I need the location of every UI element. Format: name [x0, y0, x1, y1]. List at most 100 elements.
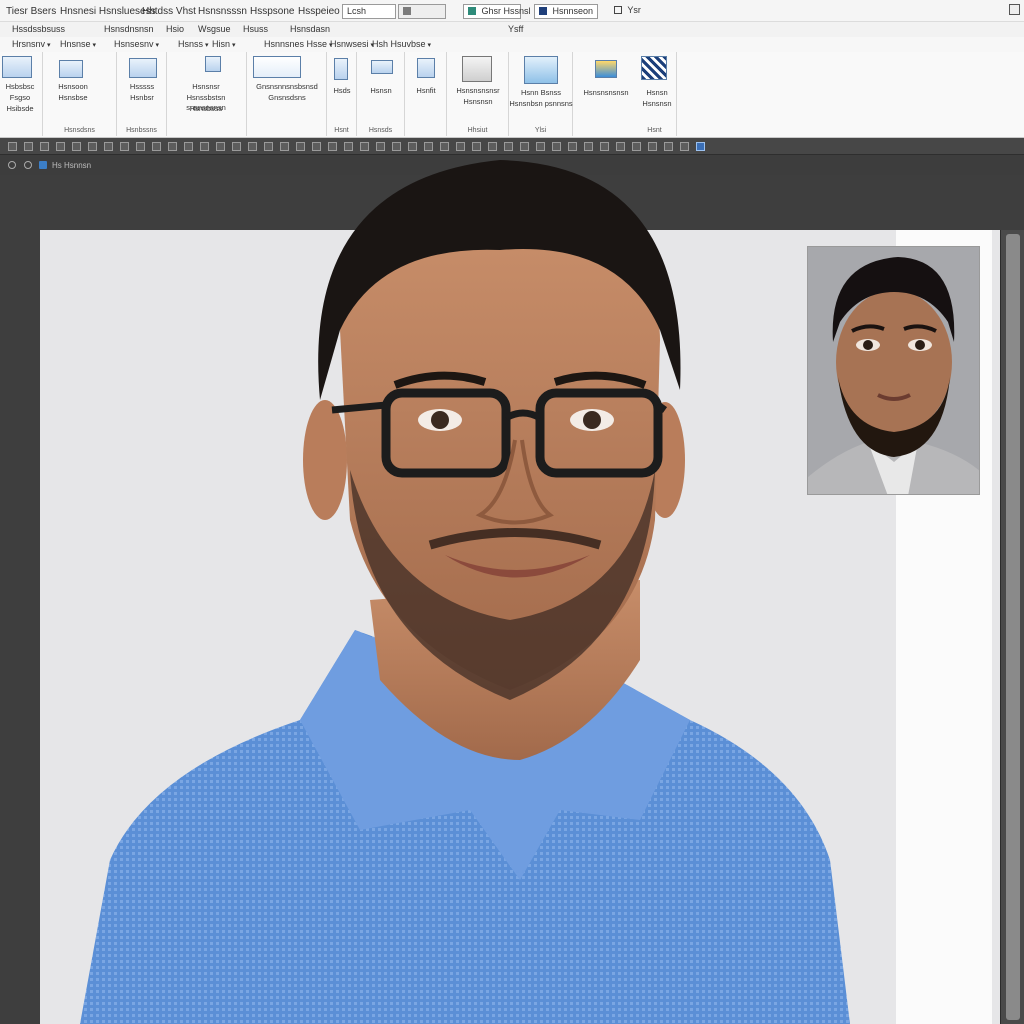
wordart-icon[interactable] [648, 142, 657, 151]
quick-access-button-3[interactable]: Ysr [610, 4, 641, 19]
chart-insert-icon[interactable] [568, 142, 577, 151]
image-preview-icon[interactable] [524, 56, 558, 84]
ribbon-button-11[interactable]: Gnsnsnnsnsbsnsd [247, 82, 327, 92]
ribbon-button-7[interactable]: Hsnbsr [117, 93, 167, 103]
pattern-icon[interactable] [641, 56, 667, 80]
styles-icon[interactable] [376, 142, 385, 151]
shading-icon[interactable] [264, 142, 273, 151]
document-tab-label[interactable]: Hs Hsnnsn [52, 161, 91, 170]
layout-icon[interactable] [129, 58, 157, 78]
italic-icon[interactable] [24, 142, 33, 151]
dropdown-3[interactable]: Hsnsesnv [114, 39, 159, 49]
search-input[interactable]: Lcsh [342, 4, 396, 19]
picture-insert-icon[interactable] [472, 142, 481, 151]
dropdown-6[interactable]: Hsnnsnes Hsse [264, 39, 333, 49]
search-options-button[interactable] [398, 4, 446, 19]
picture-icon[interactable] [59, 60, 83, 78]
scrollbar-thumb[interactable] [1006, 234, 1020, 1020]
redo-icon[interactable] [296, 142, 305, 151]
zoom-icon[interactable] [440, 142, 449, 151]
menu-item-4[interactable]: Hsnsnsssn [198, 6, 247, 17]
fit-icon[interactable] [417, 58, 435, 78]
menu-item-1[interactable]: Tiesr Bsers [6, 6, 56, 17]
ribbon-button-20[interactable]: Hsnsnsnsnsn [573, 88, 639, 98]
cut-icon[interactable] [312, 142, 321, 151]
text-box-icon[interactable] [253, 56, 301, 78]
ribbon-button-6[interactable]: Hsssss [117, 82, 167, 92]
replace-icon[interactable] [408, 142, 417, 151]
tab-6[interactable]: Hsnsdasn [290, 24, 330, 34]
underline-icon[interactable] [40, 142, 49, 151]
ribbon-button-2[interactable]: Fsgso [0, 93, 40, 103]
ribbon-button-3[interactable]: Hsibsde [0, 104, 40, 114]
tab-4[interactable]: Wsgsue [198, 24, 231, 34]
equation-icon[interactable] [536, 142, 545, 151]
tab-2[interactable]: Hsnsdnsnsn [104, 24, 154, 34]
indent-icon[interactable] [200, 142, 209, 151]
shapes-icon[interactable] [552, 142, 561, 151]
link-icon[interactable] [488, 142, 497, 151]
dropdown-5[interactable]: Hisn [212, 39, 236, 49]
screenshot-icon[interactable] [462, 56, 492, 82]
select-icon[interactable] [424, 142, 433, 151]
ribbon-button-15[interactable]: Hsnfit [405, 86, 447, 96]
drop-cap-icon[interactable] [664, 142, 673, 151]
page-icon[interactable] [334, 58, 348, 80]
tab-5[interactable]: Hsuss [243, 24, 268, 34]
tab-1[interactable]: Hssdssbsuss [12, 24, 65, 34]
symbol-icon[interactable] [520, 142, 529, 151]
copy-icon[interactable] [328, 142, 337, 151]
outdent-icon[interactable] [216, 142, 225, 151]
dropdown-1[interactable]: Hrsnsnv [12, 39, 51, 49]
ribbon-button-8[interactable]: Hsnsnsr [167, 82, 245, 92]
vertical-scrollbar[interactable] [1000, 230, 1024, 1024]
paste-icon[interactable] [344, 142, 353, 151]
page-number-icon[interactable] [616, 142, 625, 151]
quick-access-button-2[interactable]: Hsnnseon [534, 4, 598, 19]
ribbon-button-17[interactable]: Hsnsnsn [447, 97, 509, 107]
format-painter-icon[interactable] [360, 142, 369, 151]
footer-icon[interactable] [600, 142, 609, 151]
ribbon-button-5[interactable]: Hsnsbse [43, 93, 103, 103]
menu-item-3[interactable]: Hhtdss Vhst [142, 6, 196, 17]
justify-icon[interactable] [152, 142, 161, 151]
quick-access-button-1[interactable]: Ghsr Hssnsl [463, 4, 531, 19]
comment-icon[interactable] [504, 142, 513, 151]
table-icon[interactable] [2, 56, 32, 78]
document-stack-icon[interactable] [205, 56, 221, 72]
tab-3[interactable]: Hsio [166, 24, 184, 34]
menu-item-5[interactable]: Hsspsone [250, 6, 294, 17]
text-box-insert-icon[interactable] [632, 142, 641, 151]
strikethrough-icon[interactable] [56, 142, 65, 151]
ribbon-button-16[interactable]: Hsnsnsnsnsr [447, 86, 509, 96]
ribbon-button-22[interactable]: Hsnsnsn [637, 99, 677, 109]
dropdown-4[interactable]: Hsnss [178, 39, 209, 49]
font-color-icon[interactable] [72, 142, 81, 151]
align-right-icon[interactable] [136, 142, 145, 151]
line-spacing-icon[interactable] [232, 142, 241, 151]
header-icon[interactable] [584, 142, 593, 151]
ribbon-button-1[interactable]: Hsbsbsc [0, 82, 40, 92]
border-icon[interactable] [248, 142, 257, 151]
dropdown-8[interactable]: Hsh Hsuvbse [372, 39, 431, 49]
ribbon-button-19[interactable]: Hsnsnbsn psnnsns [509, 99, 573, 109]
bullets-icon[interactable] [168, 142, 177, 151]
highlight-icon[interactable] [88, 142, 97, 151]
image-tool-icon[interactable] [696, 142, 705, 151]
restore-window-icon[interactable] [1009, 4, 1020, 15]
thumbnail-photo[interactable] [807, 246, 980, 495]
navigation-icon[interactable] [8, 161, 16, 169]
ribbon-button-14[interactable]: Hsnsn [357, 86, 405, 96]
ribbon-button-13[interactable]: Hsds [327, 86, 357, 96]
menu-item-6[interactable]: Hsspeieo [298, 6, 340, 17]
ribbon-button-4[interactable]: Hsnsoon [43, 82, 103, 92]
ribbon-button-21[interactable]: Hsnsn [637, 88, 677, 98]
ribbon-button-10[interactable]: Hsnsbsss [167, 104, 245, 114]
find-icon[interactable] [392, 142, 401, 151]
align-left-icon[interactable] [104, 142, 113, 151]
ribbon-button-12[interactable]: Gnsnsdsns [247, 93, 327, 103]
refresh-icon[interactable] [24, 161, 32, 169]
table-insert-icon[interactable] [456, 142, 465, 151]
dropdown-7[interactable]: Hsnwsesi [330, 39, 374, 49]
dropdown-2[interactable]: Hnsnse [60, 39, 96, 49]
